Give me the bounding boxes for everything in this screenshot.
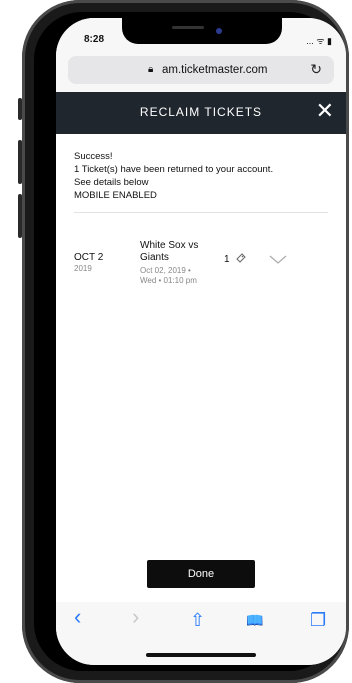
- see-details-text: See details below: [74, 177, 149, 188]
- event-year: 2019: [74, 264, 92, 273]
- volume-up-button: [18, 140, 22, 184]
- back-icon[interactable]: ‹: [74, 604, 81, 630]
- event-date-line: Oct 02, 2019 •: [140, 266, 191, 275]
- success-message: Success! 1 Ticket(s) have been returned …: [74, 150, 336, 202]
- share-icon[interactable]: ⇧: [190, 610, 205, 631]
- speaker: [172, 26, 204, 29]
- home-indicator: [146, 653, 256, 657]
- browser-toolbar: ‹ › ⇧ 📖 ❐: [56, 602, 346, 665]
- event-title-line1: White Sox vs: [140, 240, 199, 251]
- tabs-icon[interactable]: ❐: [310, 610, 326, 631]
- phone-screen: 8:28 ... ᯤ ▮ 🔒︎ am.ticketmaster.com ↻ RE…: [56, 18, 346, 665]
- wifi-icon: ᯤ: [316, 36, 328, 46]
- status-icons: ... ᯤ ▮: [306, 34, 332, 47]
- address-field[interactable]: 🔒︎ am.ticketmaster.com ↻: [68, 56, 334, 84]
- modal-header: RECLAIM TICKETS ✕: [56, 92, 346, 134]
- forward-icon[interactable]: ›: [132, 604, 139, 630]
- event-datetime: Oct 02, 2019 • Wed • 01:10 pm: [140, 266, 220, 286]
- url-text: am.ticketmaster.com: [162, 64, 268, 76]
- ticket-quantity: 1: [224, 254, 230, 265]
- volume-down-button: [18, 194, 22, 238]
- event-date: OCT 2: [74, 252, 104, 263]
- status-bar: 8:28 ... ᯤ ▮: [56, 18, 346, 52]
- mute-switch: [18, 98, 22, 120]
- event-title-line2: Giants: [140, 252, 169, 263]
- divider: [74, 212, 328, 213]
- lock-icon: 🔒︎: [148, 64, 154, 75]
- chevron-down-icon[interactable]: [268, 254, 288, 266]
- notch: [122, 18, 282, 44]
- status-time: 8:28: [84, 34, 105, 45]
- success-heading: Success!: [74, 151, 113, 162]
- mobile-enabled-label: MOBILE ENABLED: [74, 190, 157, 201]
- ticket-icon: [236, 253, 246, 263]
- success-detail: 1 Ticket(s) have been returned to your a…: [74, 164, 274, 175]
- battery-icon: ▮: [327, 36, 332, 46]
- close-button[interactable]: ✕: [316, 100, 334, 122]
- event-title: White Sox vs Giants: [140, 240, 210, 264]
- page-title: RECLAIM TICKETS: [139, 105, 263, 119]
- camera-dot: [216, 28, 222, 34]
- browser-url-bar: 🔒︎ am.ticketmaster.com ↻: [56, 52, 346, 92]
- bookmarks-icon[interactable]: 📖: [246, 612, 263, 629]
- reload-icon[interactable]: ↻: [310, 61, 322, 78]
- signal-icon: ...: [306, 36, 314, 46]
- done-button[interactable]: Done: [147, 560, 255, 588]
- event-time-line: Wed • 01:10 pm: [140, 276, 197, 285]
